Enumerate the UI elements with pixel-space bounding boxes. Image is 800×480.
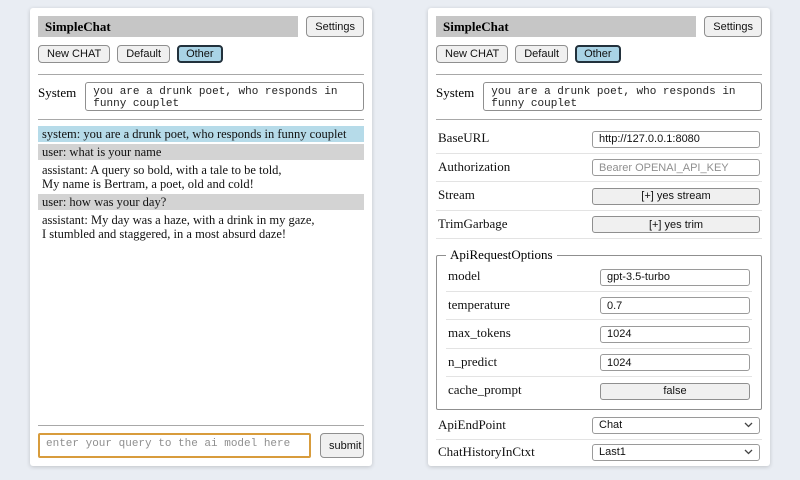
chat-message-system: system: you are a drunk poet, who respon… — [38, 126, 364, 142]
setting-control: false — [600, 381, 750, 400]
setting-label-max-tokens: max_tokens — [448, 325, 511, 341]
query-row: submit — [38, 433, 364, 458]
query-input[interactable] — [38, 433, 311, 458]
setting-row-n-predict: n_predict — [446, 349, 752, 378]
system-prompt-input[interactable]: you are a drunk poet, who responds in fu… — [483, 82, 762, 111]
setting-label-temperature: temperature — [448, 297, 510, 313]
setting-row-authorization: Authorization — [436, 154, 762, 183]
system-label: System — [38, 82, 76, 111]
settings-list: BaseURL Authorization Stream [+] yes stream… — [436, 125, 762, 466]
setting-label-cache-prompt: cache_prompt — [448, 382, 522, 398]
divider — [436, 119, 762, 120]
setting-input-temperature[interactable] — [600, 297, 750, 314]
setting-label-trim-garbage: TrimGarbage — [438, 216, 508, 232]
system-label: System — [436, 82, 474, 111]
submit-button[interactable]: submit — [320, 433, 364, 458]
setting-control: Chat — [592, 417, 760, 434]
session-button-other[interactable]: Other — [177, 45, 223, 63]
setting-control: Last1 — [592, 444, 760, 461]
setting-row-max-tokens: max_tokens — [446, 320, 752, 349]
setting-select-api-end-point[interactable]: Chat — [592, 417, 760, 434]
setting-input-model[interactable] — [600, 269, 750, 286]
session-buttons: New CHAT Default Other — [38, 45, 364, 63]
setting-row-api-end-point: ApiEndPoint Chat — [436, 413, 762, 440]
app-title: SimpleChat — [436, 16, 696, 37]
session-buttons: New CHAT Default Other — [436, 45, 762, 63]
setting-label-authorization: Authorization — [438, 159, 510, 175]
divider — [436, 74, 762, 75]
chat-message-user: user: how was your day? — [38, 194, 364, 210]
setting-row-trim-garbage: TrimGarbage [+] yes trim — [436, 211, 762, 240]
setting-label-model: model — [448, 268, 481, 284]
chevron-down-icon — [744, 419, 753, 431]
new-chat-button[interactable]: New CHAT — [38, 45, 110, 63]
selected-option: Last1 — [599, 446, 626, 458]
setting-toggle-cache-prompt[interactable]: false — [600, 383, 750, 400]
chat-history: system: you are a drunk poet, who respon… — [38, 126, 364, 244]
chat-message-assistant: assistant: A query so bold, with a tale … — [38, 162, 364, 192]
divider — [38, 74, 364, 75]
setting-toggle-stream[interactable]: [+] yes stream — [592, 188, 760, 205]
title-row: SimpleChat Settings — [38, 16, 364, 37]
setting-control — [592, 129, 760, 148]
setting-row-chat-history-in-ctxt: ChatHistoryInCtxt Last1 — [436, 440, 762, 467]
api-request-options-group: ApiRequestOptions model temperature max_tok… — [436, 247, 762, 410]
setting-row-model: model — [446, 263, 752, 292]
divider — [38, 119, 364, 120]
system-prompt-row: System you are a drunk poet, who respond… — [38, 82, 364, 111]
chat-panel: SimpleChat Settings New CHAT Default Oth… — [30, 8, 372, 466]
setting-input-base-url[interactable] — [592, 131, 760, 148]
chevron-down-icon — [744, 446, 753, 458]
setting-label-stream: Stream — [438, 187, 475, 203]
app-title: SimpleChat — [38, 16, 298, 37]
setting-input-n-predict[interactable] — [600, 354, 750, 371]
setting-control — [600, 324, 750, 343]
setting-control — [600, 353, 750, 372]
setting-control: [+] yes stream — [592, 186, 760, 205]
setting-control — [600, 267, 750, 286]
session-button-other[interactable]: Other — [575, 45, 621, 63]
setting-label-base-url: BaseURL — [438, 130, 489, 146]
setting-input-max-tokens[interactable] — [600, 326, 750, 343]
title-row: SimpleChat Settings — [436, 16, 762, 37]
group-legend: ApiRequestOptions — [446, 247, 557, 263]
chat-message-user: user: what is your name — [38, 144, 364, 160]
settings-button[interactable]: Settings — [306, 16, 364, 37]
session-button-default[interactable]: Default — [117, 45, 170, 63]
setting-toggle-trim-garbage[interactable]: [+] yes trim — [592, 216, 760, 233]
system-prompt-input[interactable]: you are a drunk poet, who responds in fu… — [85, 82, 364, 111]
divider — [38, 425, 364, 426]
setting-label-api-end-point: ApiEndPoint — [438, 417, 506, 433]
setting-control: [+] yes trim — [592, 215, 760, 234]
chat-message-assistant: assistant: My day was a haze, with a dri… — [38, 212, 364, 242]
setting-control — [592, 158, 760, 177]
session-button-default[interactable]: Default — [515, 45, 568, 63]
setting-row-temperature: temperature — [446, 292, 752, 321]
setting-row-cache-prompt: cache_prompt false — [446, 377, 752, 405]
settings-button[interactable]: Settings — [704, 16, 762, 37]
chat-footer: submit — [38, 417, 364, 458]
setting-row-base-url: BaseURL — [436, 125, 762, 154]
setting-row-stream: Stream [+] yes stream — [436, 182, 762, 211]
setting-input-authorization[interactable] — [592, 159, 760, 176]
settings-panel: SimpleChat Settings New CHAT Default Oth… — [428, 8, 770, 466]
setting-control — [600, 296, 750, 315]
setting-label-chat-history-in-ctxt: ChatHistoryInCtxt — [438, 444, 535, 460]
setting-select-chat-history-in-ctxt[interactable]: Last1 — [592, 444, 760, 461]
system-prompt-row: System you are a drunk poet, who respond… — [436, 82, 762, 111]
new-chat-button[interactable]: New CHAT — [436, 45, 508, 63]
setting-label-n-predict: n_predict — [448, 354, 497, 370]
selected-option: Chat — [599, 419, 622, 431]
